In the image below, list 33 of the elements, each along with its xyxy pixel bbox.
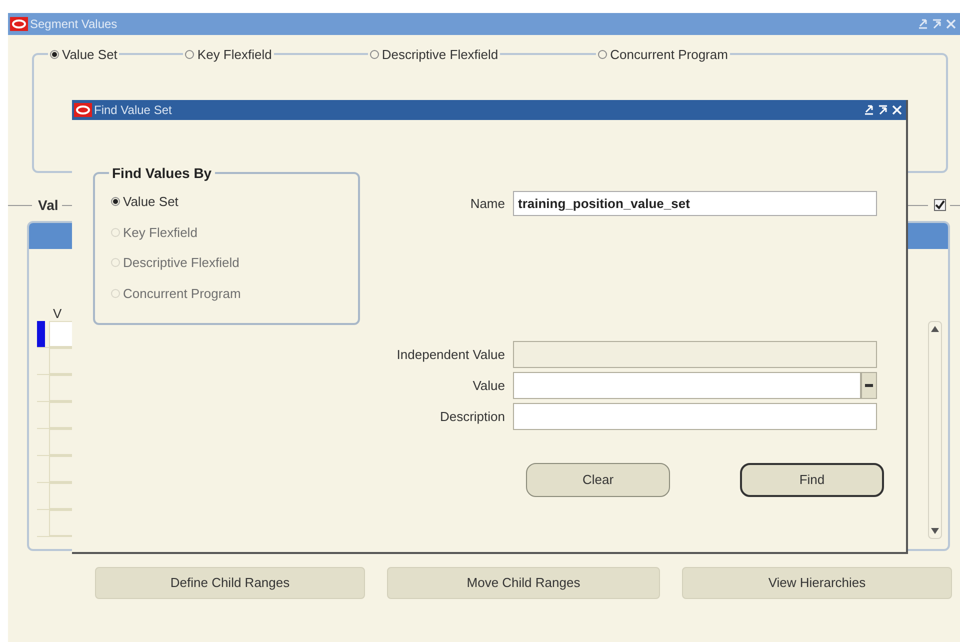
scroll-down-icon[interactable] <box>931 528 939 534</box>
dash-icon <box>865 384 873 387</box>
radio-button[interactable] <box>370 50 379 60</box>
name-field[interactable]: training_position_value_set <box>513 191 877 216</box>
field-label: Value <box>472 376 505 395</box>
window-title: Segment Values <box>30 16 118 33</box>
text-field[interactable] <box>513 372 861 399</box>
field-label: Independent Value <box>396 346 505 364</box>
scroll-up-icon[interactable] <box>931 326 939 332</box>
radio-button[interactable] <box>185 50 194 60</box>
radio-label[interactable]: Concurrent Program <box>610 45 728 64</box>
radio-label[interactable]: Key Flexfield <box>197 45 272 64</box>
action-button[interactable]: Define Child Ranges <box>95 567 365 599</box>
field-label: Description <box>438 408 505 426</box>
action-button[interactable]: Move Child Ranges <box>387 567 660 599</box>
dialog-button[interactable]: Find <box>740 463 884 497</box>
section-title: Val <box>38 196 58 214</box>
radio-button[interactable] <box>598 50 608 60</box>
radio-button[interactable] <box>50 50 59 60</box>
radio-label[interactable]: Descriptive Flexfield <box>382 45 498 64</box>
radio-label[interactable]: Value Set <box>62 45 118 64</box>
logo-icon <box>10 17 28 31</box>
logo-icon <box>74 103 92 117</box>
radio-button[interactable] <box>111 197 120 206</box>
column-header: V <box>53 307 63 321</box>
dialog-title: Find Value Set <box>94 102 172 119</box>
field-label: Name <box>469 194 505 213</box>
dialog-button[interactable]: Clear <box>526 463 670 497</box>
radio-label[interactable]: Value Set <box>123 192 178 212</box>
lov-button[interactable] <box>861 372 877 399</box>
action-button[interactable]: View Hierarchies <box>682 567 952 599</box>
text-field[interactable] <box>513 403 877 430</box>
checkbox[interactable] <box>934 199 946 211</box>
